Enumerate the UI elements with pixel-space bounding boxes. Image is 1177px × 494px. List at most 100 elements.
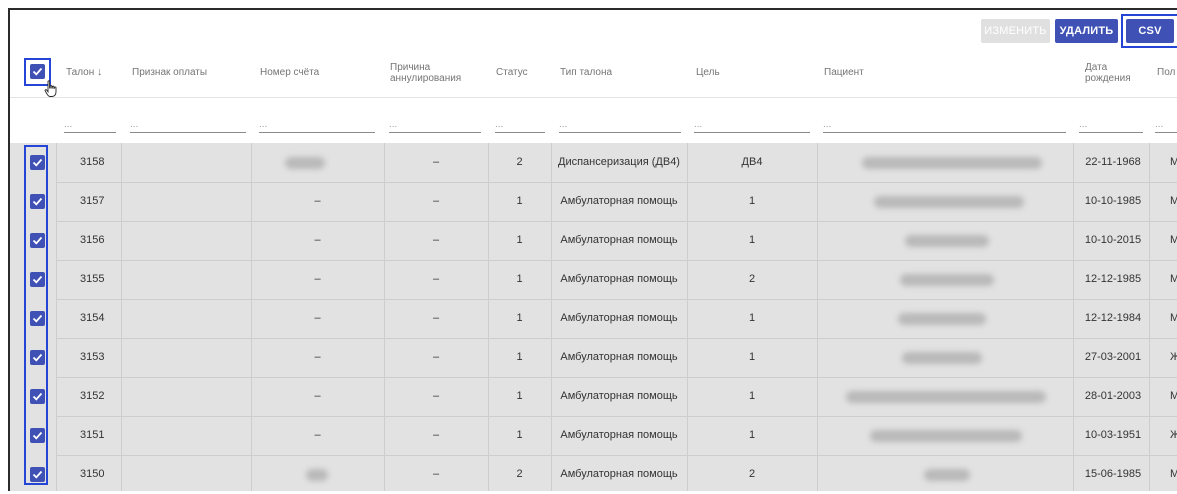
cell-invoice-number: – — [314, 234, 321, 246]
cell-patient-redacted — [862, 157, 1042, 169]
col-status-header[interactable]: Статус — [496, 67, 528, 78]
row-divider — [56, 221, 1177, 222]
cell-patient-redacted — [874, 196, 1024, 208]
filter-talon-input[interactable]: ... — [64, 118, 116, 133]
cell-talon-type: Амбулаторная помощь — [560, 390, 678, 402]
filter-cancel-reason-input[interactable]: ... — [389, 118, 481, 133]
cell-patient-redacted — [902, 352, 982, 364]
filter-payment-sign-input[interactable]: ... — [130, 118, 246, 133]
cell-status: 1 — [516, 390, 523, 402]
cell-talon: 3158 — [80, 156, 105, 168]
table-row[interactable]: 3157 – – 1 Амбулаторная помощь 1 10-10-1985 М — [10, 182, 1177, 221]
row-divider — [56, 377, 1177, 378]
table-row[interactable]: 3153 – – 1 Амбулаторная помощь 1 27-03-2001 Ж — [10, 338, 1177, 377]
cell-invoice-number: – — [314, 273, 321, 285]
filter-status-input[interactable]: ... — [495, 118, 545, 133]
hand-pointer-icon — [44, 80, 57, 97]
cell-invoice-number: – — [314, 195, 321, 207]
cell-goal: 1 — [748, 234, 756, 246]
cell-cancel-reason: – — [432, 312, 440, 324]
table-row[interactable]: 3151 – – 1 Амбулаторная помощь 1 10-03-1951 Ж — [10, 416, 1177, 455]
cell-status: 2 — [516, 156, 523, 168]
cell-talon: 3153 — [80, 351, 105, 363]
cell-talon-type: Амбулаторная помощь — [560, 429, 678, 441]
filter-invoice-number-input[interactable]: ... — [259, 118, 375, 133]
col-sex-header[interactable]: Пол — [1157, 67, 1175, 78]
cell-goal: 1 — [748, 390, 756, 402]
table-row[interactable]: 3152 – – 1 Амбулаторная помощь 1 28-01-2003 М — [10, 377, 1177, 416]
cell-invoice-redacted — [285, 157, 325, 169]
cell-talon-type: Амбулаторная помощь — [560, 195, 678, 207]
cell-patient-redacted — [924, 469, 970, 481]
cell-cancel-reason: – — [432, 273, 440, 285]
cell-talon-type: Амбулаторная помощь — [560, 468, 678, 480]
cell-sex: М — [1170, 273, 1177, 285]
cell-status: 1 — [516, 351, 523, 363]
col-patient-header[interactable]: Пациент — [824, 67, 864, 78]
cell-talon-type: Диспансеризация (ДВ4) — [558, 156, 680, 168]
cell-patient-redacted — [870, 430, 1022, 442]
cell-status: 2 — [516, 468, 523, 480]
cell-cancel-reason: – — [432, 156, 440, 168]
cell-goal: 1 — [748, 351, 756, 363]
cell-goal: ДВ4 — [741, 156, 763, 168]
cell-cancel-reason: – — [432, 351, 440, 363]
cell-talon: 3151 — [80, 429, 105, 441]
cell-talon-type: Амбулаторная помощь — [560, 273, 678, 285]
cell-sex: Ж — [1170, 351, 1177, 363]
cell-invoice-redacted — [306, 469, 328, 481]
cell-birth-date: 12-12-1984 — [1084, 312, 1142, 324]
table-row[interactable]: 3155 – – 1 Амбулаторная помощь 2 12-12-1985 М — [10, 260, 1177, 299]
cell-talon: 3156 — [80, 234, 105, 246]
cell-patient-redacted — [846, 391, 1046, 403]
row-divider — [56, 338, 1177, 339]
filter-birth-date-input[interactable]: ... — [1079, 118, 1143, 133]
cell-goal: 1 — [748, 312, 756, 324]
cell-birth-date: 10-10-1985 — [1084, 195, 1142, 207]
arrow-down-icon[interactable]: ↓ — [97, 66, 103, 78]
delete-button[interactable]: УДАЛИТЬ — [1055, 19, 1118, 43]
cell-invoice-number: – — [314, 429, 321, 441]
table-row[interactable]: 3150 – 2 Амбулаторная помощь 2 15-06-1985 М — [10, 455, 1177, 494]
cell-goal: 1 — [748, 195, 756, 207]
cell-sex: М — [1170, 156, 1177, 168]
table-row[interactable]: 3156 – – 1 Амбулаторная помощь 1 10-10-2015 М — [10, 221, 1177, 260]
selected-rows-highlight — [24, 145, 48, 485]
col-invoice-number-header[interactable]: Номер счёта — [260, 67, 319, 78]
col-cancel-reason-header[interactable]: Причина аннулирования — [390, 62, 461, 84]
checkbox-checked-icon — [32, 67, 43, 76]
cell-talon-type: Амбулаторная помощь — [560, 312, 678, 324]
select-all-checkbox[interactable] — [30, 64, 45, 79]
cell-birth-date: 10-10-2015 — [1084, 234, 1142, 246]
cell-birth-date: 15-06-1985 — [1084, 468, 1142, 480]
cell-cancel-reason: – — [432, 429, 440, 441]
cell-sex: М — [1170, 234, 1177, 246]
col-birth-date-header[interactable]: Дата рождения — [1085, 62, 1131, 84]
cell-sex: М — [1170, 195, 1177, 207]
cell-birth-date: 10-03-1951 — [1084, 429, 1142, 441]
table-row[interactable]: 3154 – – 1 Амбулаторная помощь 1 12-12-1984 М — [10, 299, 1177, 338]
col-talon-type-header[interactable]: Тип талона — [560, 67, 612, 78]
cell-birth-date: 28-01-2003 — [1084, 390, 1142, 402]
cell-talon: 3152 — [80, 390, 105, 402]
col-talon-header[interactable]: Талон ↓ — [66, 66, 103, 79]
col-payment-sign-header[interactable]: Признак оплаты — [132, 67, 207, 78]
cell-status: 1 — [516, 273, 523, 285]
cell-goal: 2 — [748, 273, 756, 285]
table-row[interactable]: 3158 – 2 Диспансеризация (ДВ4) ДВ4 22-11-1968… — [10, 143, 1177, 182]
filter-sex-input[interactable]: ... — [1155, 118, 1177, 133]
cell-invoice-number: – — [314, 351, 321, 363]
filter-patient-input[interactable]: ... — [823, 118, 1066, 133]
col-goal-header[interactable]: Цель — [696, 67, 720, 78]
cell-sex: М — [1170, 390, 1177, 402]
row-divider — [56, 260, 1177, 261]
cell-invoice-number: – — [314, 312, 321, 324]
cell-talon: 3154 — [80, 312, 105, 324]
edit-button[interactable]: ИЗМЕНИТЬ — [981, 19, 1050, 43]
header-divider — [10, 97, 1177, 98]
cell-patient-redacted — [900, 274, 994, 286]
filter-goal-input[interactable]: ... — [694, 118, 810, 133]
cell-goal: 1 — [748, 429, 756, 441]
cell-cancel-reason: – — [432, 195, 440, 207]
filter-talon-type-input[interactable]: ... — [559, 118, 681, 133]
